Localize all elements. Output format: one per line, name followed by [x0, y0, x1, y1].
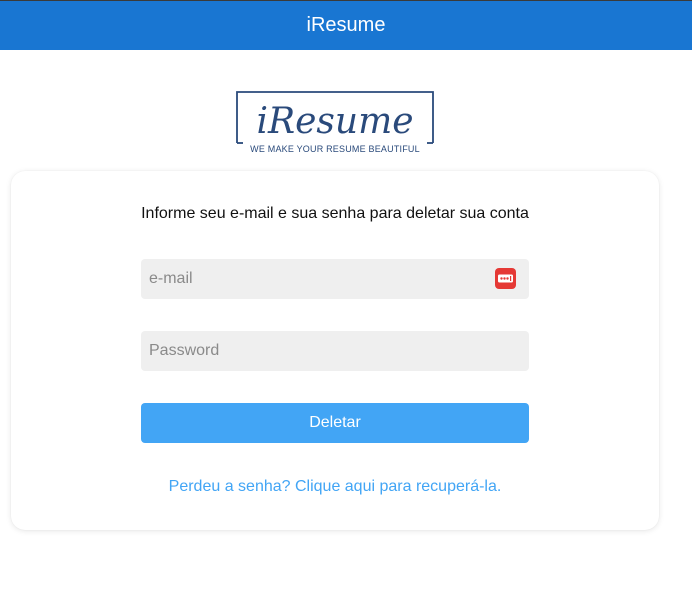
delete-account-card: Informe seu e-mail e sua senha para dele… — [11, 171, 659, 530]
password-input[interactable] — [141, 331, 529, 371]
app-header: iResume — [0, 0, 692, 50]
app-title: iResume — [306, 14, 386, 36]
iresume-logo: iResume WE MAKE YOUR RESUME BEAUTIFUL — [236, 91, 434, 153]
email-input[interactable] — [141, 259, 529, 299]
logo-wordmark: iResume — [256, 101, 413, 142]
instructions-text: Informe seu e-mail e sua senha para dele… — [141, 205, 529, 222]
logo-tagline: WE MAKE YOUR RESUME BEAUTIFUL — [250, 144, 420, 153]
password-manager-icon[interactable] — [495, 268, 516, 289]
delete-account-button[interactable]: Deletar — [141, 403, 529, 443]
email-field-container — [141, 259, 529, 299]
password-field-container — [141, 331, 529, 371]
recover-password-link[interactable]: Perdeu a senha? Clique aqui para recuper… — [11, 478, 659, 496]
